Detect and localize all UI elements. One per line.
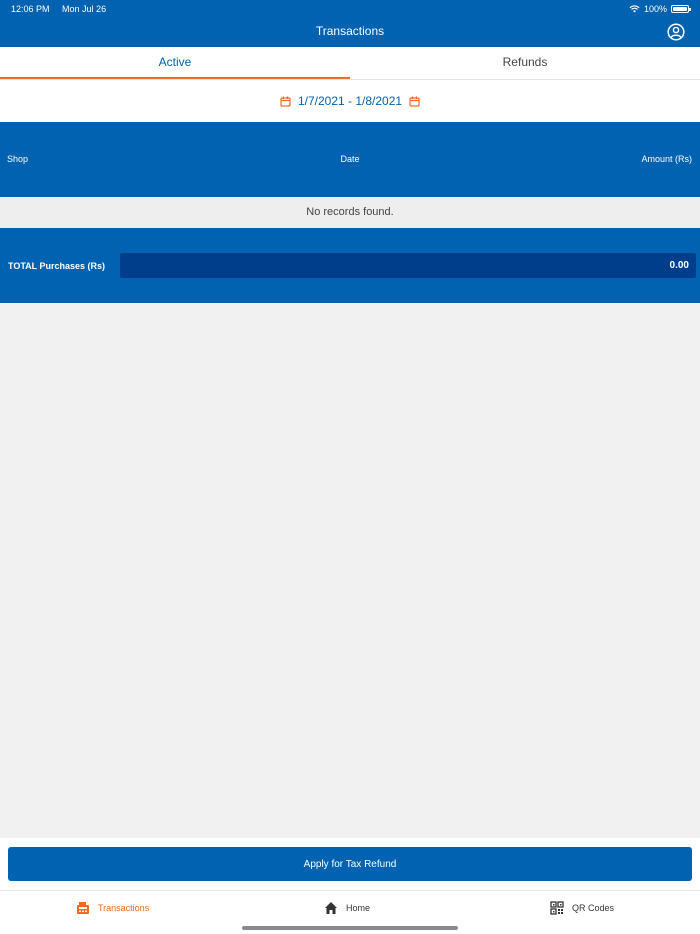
status-date: Mon Jul 26 (62, 4, 107, 14)
tab-refunds[interactable]: Refunds (350, 47, 700, 79)
qr-icon (550, 901, 564, 915)
apply-container: Apply for Tax Refund (0, 838, 700, 890)
column-header-date[interactable]: Date (0, 154, 700, 164)
tab-bar: Active Refunds (0, 47, 700, 80)
column-header-amount[interactable]: Amount (Rs) (641, 154, 692, 164)
total-purchases-value: 0.00 (120, 253, 696, 278)
calendar-icon[interactable] (409, 96, 420, 107)
status-bar: 12:06 PM Mon Jul 26 100% (11, 3, 691, 15)
total-purchases-label: TOTAL Purchases (Rs) (8, 261, 106, 271)
date-range-value[interactable]: 1/7/2021 - 1/8/2021 (298, 94, 402, 108)
home-icon (325, 902, 337, 914)
home-indicator (242, 926, 458, 930)
nav-transactions[interactable]: Transactions (76, 901, 149, 915)
apply-tax-refund-button[interactable]: Apply for Tax Refund (8, 847, 692, 881)
app-header: 12:06 PM Mon Jul 26 100% Transactions (0, 0, 700, 47)
date-range-picker[interactable]: 1/7/2021 - 1/8/2021 (0, 80, 700, 122)
nav-transactions-label: Transactions (98, 903, 150, 913)
tab-active[interactable]: Active (0, 47, 350, 79)
register-icon (77, 902, 89, 914)
bottom-navigation: Transactions Home QR Codes (0, 890, 700, 934)
battery-percent: 100% (643, 4, 667, 14)
status-time: 12:06 PM (11, 4, 50, 14)
battery-icon (671, 5, 691, 13)
nav-qr-codes[interactable]: QR Codes (550, 901, 614, 915)
empty-state-message: No records found. (0, 197, 700, 228)
nav-home-label: Home (346, 903, 371, 913)
nav-home[interactable]: Home (324, 901, 370, 915)
page-title: Transactions (315, 24, 385, 38)
wifi-icon (629, 5, 640, 13)
table-header: Shop Date Amount (Rs) (0, 122, 700, 197)
user-profile-icon[interactable] (667, 23, 685, 41)
calendar-icon[interactable] (280, 96, 291, 107)
totals-bar: TOTAL Purchases (Rs) 0.00 (0, 228, 700, 303)
nav-qr-codes-label: QR Codes (572, 903, 615, 913)
